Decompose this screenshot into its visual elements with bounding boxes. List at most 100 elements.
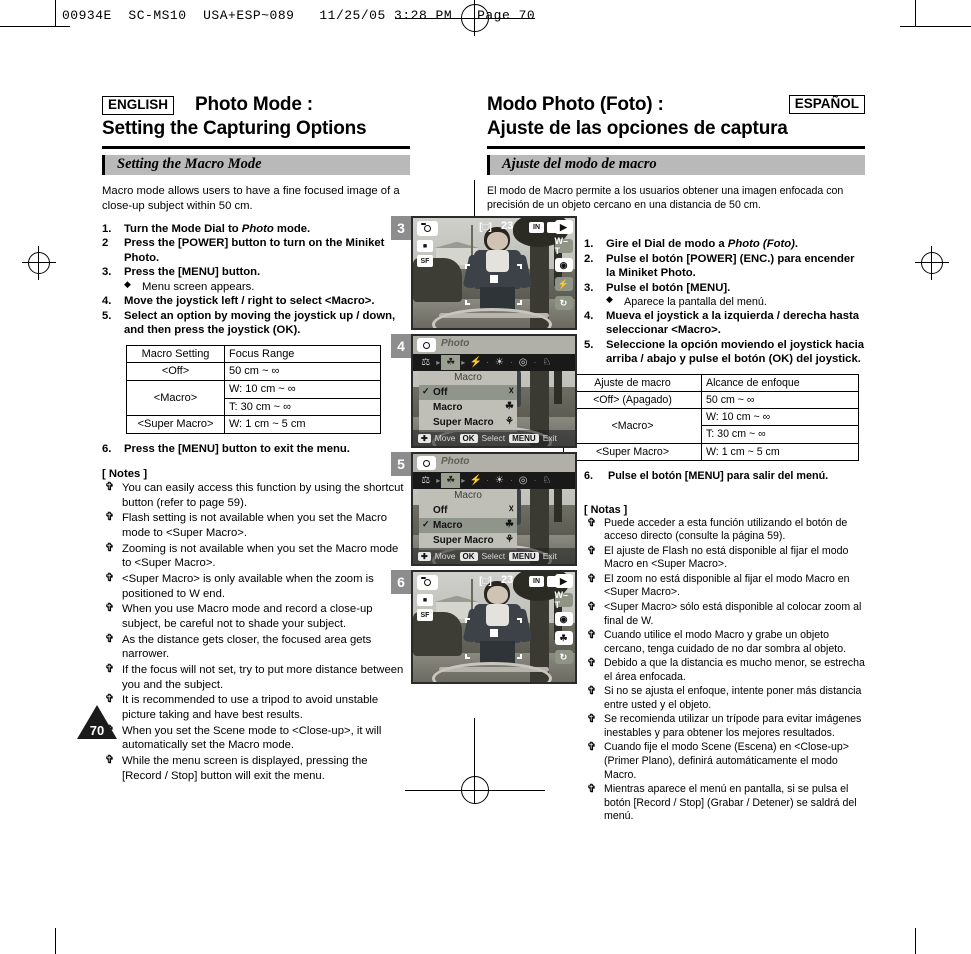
- menu-option-macro[interactable]: ✓ Macro ☘: [419, 518, 517, 533]
- menu-key[interactable]: MENU: [509, 433, 539, 443]
- figure-column: 3 ■ SF [□] 23 IN ▶ W–T ◉ ⚡ ↻ 4 Photo ⚖ ▸…: [391, 216, 577, 688]
- crop-mark-bottom-right: [915, 928, 916, 954]
- table-row: <Macro> W: 10 cm ~ ∞: [126, 379, 381, 417]
- menu-option-off[interactable]: Off ☓: [419, 503, 517, 518]
- note-text: Debido a que la distancia es mucho menor…: [604, 657, 865, 683]
- table-cell-setting: <Macro>: [563, 408, 702, 444]
- diamond-bullet-icon: ◆: [606, 293, 613, 304]
- menu-option-super-macro[interactable]: Super Macro ⚘: [419, 533, 517, 548]
- note-text: <Super Macro> is only available when the…: [122, 572, 374, 600]
- self-timer-icon[interactable]: ↻: [554, 650, 573, 664]
- english-column: ENGLISH Photo Mode : Setting the Capturi…: [102, 94, 410, 784]
- check-icon: ✓: [422, 386, 430, 396]
- step-item: 2 Press the [POWER] button to turn on the…: [102, 236, 410, 265]
- language-badge-english: ENGLISH: [102, 96, 175, 116]
- ok-key[interactable]: OK: [459, 433, 478, 443]
- menu-option-macro[interactable]: Macro ☘: [419, 400, 517, 415]
- submenu-title: Macro: [419, 489, 517, 503]
- tab-flash-icon[interactable]: ⚡: [466, 473, 485, 488]
- step-item: 2. Pulse el botón [POWER] (ENC.) para enc…: [584, 252, 865, 281]
- table-header-cell: Ajuste de macro: [563, 373, 702, 392]
- table-cell-setting: <Off>: [126, 362, 225, 381]
- note-text: You can easily access this function by u…: [122, 481, 404, 509]
- clover-bullet-icon: ✞: [587, 713, 597, 726]
- menu-header: Photo: [413, 336, 575, 354]
- tab-wb-icon[interactable]: ♘: [537, 473, 556, 488]
- tab-macro-icon[interactable]: ☘: [441, 355, 461, 370]
- tab-ev-icon[interactable]: ☀: [490, 473, 509, 488]
- reg-vline-right: [931, 246, 932, 280]
- table-row: <Super Macro> W: 1 cm ~ 5 cm: [563, 442, 859, 461]
- macro-icon[interactable]: ☘: [554, 631, 573, 645]
- step-item: 3. Press the [MENU] button. ◆ Menu screen…: [102, 265, 410, 294]
- table-row: <Off> 50 cm ~ ∞: [126, 362, 381, 381]
- header-rule-en: [102, 146, 410, 149]
- section-heading-es: Ajuste del modo de macro: [487, 155, 865, 175]
- figure-step-5: 5 Photo ⚖ ▸ ☘ ▸ ⚡ · ☀ · ◎ · ♘ Macro Off …: [391, 452, 577, 566]
- page-number-text: 70: [89, 723, 105, 738]
- note-text: It is recommended to use a tripod to avo…: [122, 694, 379, 721]
- af-mark-tr: [517, 618, 522, 623]
- figure-step-number: 6: [391, 570, 411, 594]
- self-timer-icon[interactable]: ↻: [554, 296, 573, 310]
- note-text: Si no se ajusta el enfoque, intente pone…: [604, 685, 862, 711]
- clover-bullet-icon: ✞: [105, 571, 115, 584]
- table-header-cell: Macro Setting: [126, 344, 225, 364]
- footer-move-label: Move: [434, 433, 456, 443]
- tab-ev-icon[interactable]: ☀: [490, 355, 509, 370]
- focus-frame-icon: [□]: [479, 576, 492, 587]
- step-emphasis: Photo: [241, 222, 274, 235]
- step-number: 4.: [102, 295, 112, 308]
- clover-bullet-icon: ✞: [105, 753, 115, 766]
- clover-bullet-icon: ✞: [587, 657, 597, 670]
- footer-exit-label: Exit: [542, 551, 557, 561]
- tab-sep: ▸: [436, 358, 441, 367]
- ev-icon[interactable]: ◉: [554, 258, 573, 272]
- steps-list-es: 1. Gire el Dial de modo a Photo (Foto). 2…: [584, 237, 865, 367]
- macro-icon: ☘: [505, 401, 514, 412]
- tab-wb-icon[interactable]: ♘: [537, 355, 556, 370]
- step-text: Press the [MENU] button.: [124, 266, 261, 279]
- ok-key[interactable]: OK: [459, 551, 478, 561]
- step-text: Press the [POWER] button to turn on the …: [124, 237, 385, 264]
- clover-bullet-icon: ✞: [587, 516, 597, 529]
- camera-icon: [417, 456, 436, 470]
- tab-flash-icon[interactable]: ⚡: [466, 355, 485, 370]
- table-header-cell: Alcance de enfoque: [701, 373, 859, 392]
- ev-icon[interactable]: ◉: [554, 612, 573, 626]
- page-title-es-line1: Modo Photo (Foto) :: [487, 94, 664, 115]
- tab-sep: ·: [486, 358, 489, 367]
- tab-scene-icon[interactable]: ⚖: [416, 355, 435, 370]
- clover-bullet-icon: ✞: [105, 632, 115, 645]
- table-cell-range: W: 10 cm ~ ∞: [224, 379, 381, 399]
- menu-key[interactable]: MENU: [509, 551, 539, 561]
- sub-bullet-text: Menu screen appears.: [142, 280, 255, 293]
- clover-bullet-icon: ✞: [587, 685, 597, 698]
- note-item: ✞ Mientras aparece el menú en pantalla, s…: [584, 783, 865, 824]
- clover-bullet-icon: ✞: [587, 629, 597, 642]
- footer-move-label: Move: [434, 551, 456, 561]
- tab-focus-icon[interactable]: ◎: [514, 355, 533, 370]
- crop-mark-top-right: [915, 0, 916, 26]
- super-macro-icon: ⚘: [505, 416, 514, 427]
- menu-option-super-macro[interactable]: Super Macro ⚘: [419, 415, 517, 430]
- table-cell-range: 50 cm ~ ∞: [224, 362, 381, 381]
- page-title-es-line2: Ajuste de las opciones de captura: [487, 118, 788, 139]
- tab-macro-icon[interactable]: ☘: [441, 473, 461, 488]
- menu-header-title: Photo: [441, 456, 470, 467]
- zoom-w-t-icon[interactable]: W–T: [554, 236, 573, 256]
- tab-focus-icon[interactable]: ◎: [514, 473, 533, 488]
- reg-hline-right: [915, 262, 949, 263]
- tab-scene-icon[interactable]: ⚖: [416, 473, 435, 488]
- menu-option-off[interactable]: ✓ Off ☓: [419, 385, 517, 400]
- zoom-w-t-icon[interactable]: W–T: [554, 590, 573, 610]
- shot-counter: 23: [501, 220, 514, 232]
- step-number: 2: [102, 237, 109, 250]
- resolution-icon: ■: [417, 240, 433, 252]
- flash-off-icon[interactable]: ⚡: [554, 277, 573, 291]
- table-cell-setting: <Super Macro>: [563, 442, 702, 461]
- reg-hline-left: [22, 262, 56, 263]
- spanish-title-row: Modo Photo (Foto) : Ajuste de las opcion…: [487, 94, 865, 144]
- playback-icon[interactable]: ▶: [554, 574, 573, 588]
- playback-icon[interactable]: ▶: [554, 220, 573, 234]
